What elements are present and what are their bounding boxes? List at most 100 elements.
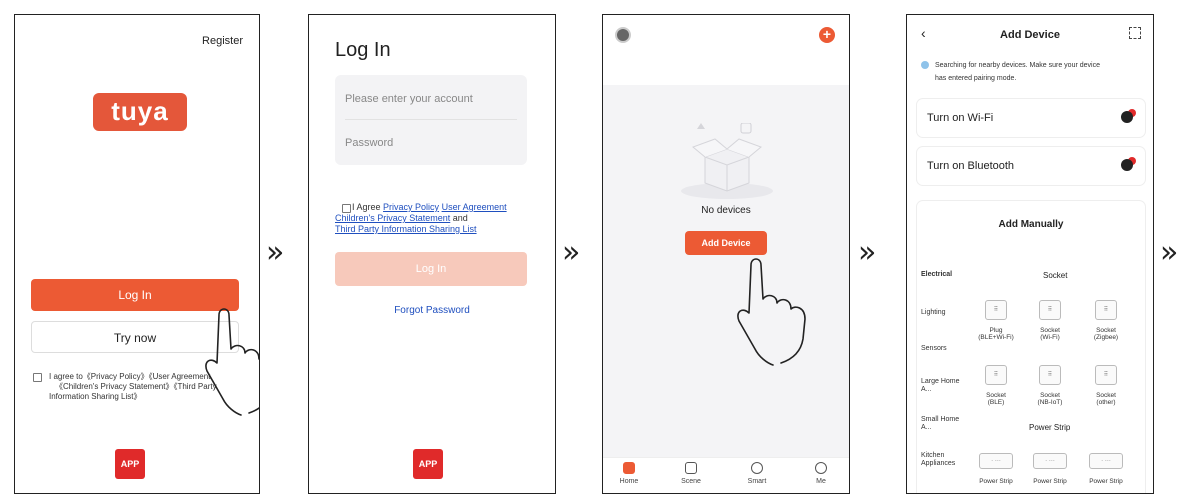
label-line: Socket (1040, 327, 1060, 334)
label-line: (BLE+Wi-Fi) (978, 334, 1014, 341)
add-plus-icon[interactable]: + (819, 27, 835, 43)
label-line: (NB-IoT) (1037, 399, 1063, 406)
third-party-link[interactable]: Third Party Information Sharing List (335, 224, 477, 234)
page-title: Add Device (1000, 29, 1060, 41)
category-kitchen[interactable]: Kitchen Appliances (921, 452, 965, 468)
tab-label: Scene (681, 478, 701, 485)
label-line: Socket (1096, 327, 1116, 334)
register-link[interactable]: Register (202, 35, 243, 47)
page-title: Log In (335, 39, 391, 61)
label-line: Socket (1040, 392, 1060, 399)
login-button-disabled[interactable]: Log In (335, 252, 527, 286)
agree-prefix: I Agree (352, 202, 381, 212)
agreement-text: I agree to《Privacy Policy》《User Agreemen… (49, 372, 249, 402)
socket-wifi-label: Socket (Wi-Fi) (1025, 327, 1075, 341)
socket-wifi-icon[interactable]: ⠿ (1039, 300, 1061, 320)
label-line: (Wi-Fi) (1040, 334, 1060, 341)
power-strip-label-1: Power Strip (979, 478, 1013, 485)
power-strip-icon-1[interactable]: · ··· (979, 453, 1013, 469)
agree-checkbox[interactable] (33, 373, 42, 382)
step-arrow-2: » (562, 235, 581, 270)
avatar[interactable] (615, 27, 631, 43)
tab-label: Smart (747, 478, 767, 485)
agreement-line-2: 《Children's Privacy Statement》《Third Par… (55, 382, 217, 391)
try-now-button[interactable]: Try now (31, 321, 239, 353)
phone-screen-welcome: Register tuya Log In Try now I agree to《… (14, 14, 260, 494)
add-device-button[interactable]: Add Device (685, 231, 767, 255)
agreement-line-3: Information Sharing List》 (49, 392, 142, 401)
scene-icon (685, 462, 697, 474)
bluetooth-card[interactable]: Turn on Bluetooth (917, 147, 1145, 185)
socket-ble-label: Socket (BLE) (971, 392, 1021, 406)
tab-label: Me (816, 478, 826, 485)
label-line: (Zigbee) (1093, 334, 1119, 341)
search-radar-icon (921, 61, 929, 69)
app-badge: APP (115, 449, 145, 479)
smart-icon (751, 462, 763, 474)
plug-ble-wifi-icon[interactable]: ⠿ (985, 300, 1007, 320)
bluetooth-label: Turn on Bluetooth (927, 160, 1015, 172)
account-input[interactable]: Please enter your account (345, 93, 473, 105)
bluetooth-icon (1121, 159, 1133, 171)
power-strip-label-2: Power Strip (1033, 478, 1067, 485)
label-line: Socket (1096, 392, 1116, 399)
socket-nbiot-icon[interactable]: ⠿ (1039, 365, 1061, 385)
children-privacy-link[interactable]: Children's Privacy Statement (335, 213, 450, 223)
category-electrical[interactable]: Electrical (921, 271, 952, 279)
power-strip-label-3: Power Strip (1089, 478, 1123, 485)
searching-line-1: Searching for nearby devices. Make sure … (935, 62, 1100, 69)
bottom-tab-bar: Home Scene Smart Me (603, 457, 849, 493)
category-sensors[interactable]: Sensors (921, 345, 947, 353)
label-line: (other) (1096, 399, 1116, 406)
label-line: Socket (986, 392, 1006, 399)
tab-scene[interactable]: Scene (671, 462, 711, 485)
home-icon (623, 462, 635, 474)
category-small-home[interactable]: Small Home A... (921, 416, 961, 432)
privacy-policy-link[interactable]: Privacy Policy (383, 202, 439, 212)
tab-home[interactable]: Home (609, 462, 649, 485)
tab-label: Home (619, 478, 639, 485)
socket-zigbee-label: Socket (Zigbee) (1081, 327, 1131, 341)
socket-ble-icon[interactable]: ⠿ (985, 365, 1007, 385)
searching-notice: Searching for nearby devices. Make sure … (935, 59, 1147, 85)
add-manually-title: Add Manually (998, 219, 1064, 230)
login-button[interactable]: Log In (31, 279, 239, 311)
label-line: Plug (989, 327, 1003, 334)
app-badge: APP (413, 449, 443, 479)
agreement-line-1: I agree to《Privacy Policy》《User Agreemen… (49, 372, 211, 381)
socket-section-title: Socket (1043, 271, 1068, 280)
and-text: and (452, 213, 468, 223)
empty-box-icon (681, 123, 773, 199)
phone-screen-home: + No devices Add Device Home Scene Smart… (602, 14, 850, 494)
step-arrow-3: » (858, 235, 877, 270)
socket-other-label: Socket (other) (1081, 392, 1131, 406)
phone-screen-login: Log In Please enter your account Passwor… (308, 14, 556, 494)
label-line: (BLE) (987, 399, 1005, 406)
wifi-icon (1121, 111, 1133, 123)
agreement-text: I Agree Privacy Policy User Agreement Ch… (335, 202, 545, 235)
user-icon (815, 462, 827, 474)
step-arrow-1: » (266, 235, 285, 270)
searching-line-2: has entered pairing mode. (935, 75, 1017, 82)
phone-screen-add-device: ‹ Add Device Searching for nearby device… (906, 14, 1154, 494)
empty-state-text: No devices (701, 205, 751, 216)
tuya-logo: tuya (93, 93, 187, 131)
field-divider (345, 119, 517, 120)
forgot-password-link[interactable]: Forgot Password (309, 305, 555, 316)
user-agreement-link[interactable]: User Agreement (442, 202, 507, 212)
socket-nbiot-label: Socket (NB-IoT) (1025, 392, 1075, 406)
power-strip-section-title: Power Strip (1029, 423, 1071, 432)
power-strip-icon-3[interactable]: · ··· (1089, 453, 1123, 469)
tab-smart[interactable]: Smart (737, 462, 777, 485)
add-manually-card: Add Manually (917, 201, 1145, 493)
category-large-home[interactable]: Large Home A... (921, 378, 961, 394)
tab-me[interactable]: Me (801, 462, 841, 485)
socket-zigbee-icon[interactable]: ⠿ (1095, 300, 1117, 320)
login-form: Please enter your account Password (335, 75, 527, 165)
power-strip-icon-2[interactable]: · ··· (1033, 453, 1067, 469)
scan-icon[interactable] (1129, 27, 1141, 39)
socket-other-icon[interactable]: ⠿ (1095, 365, 1117, 385)
password-input[interactable]: Password (345, 137, 393, 149)
category-lighting[interactable]: Lighting (921, 309, 946, 317)
wifi-card[interactable]: Turn on Wi-Fi (917, 99, 1145, 137)
